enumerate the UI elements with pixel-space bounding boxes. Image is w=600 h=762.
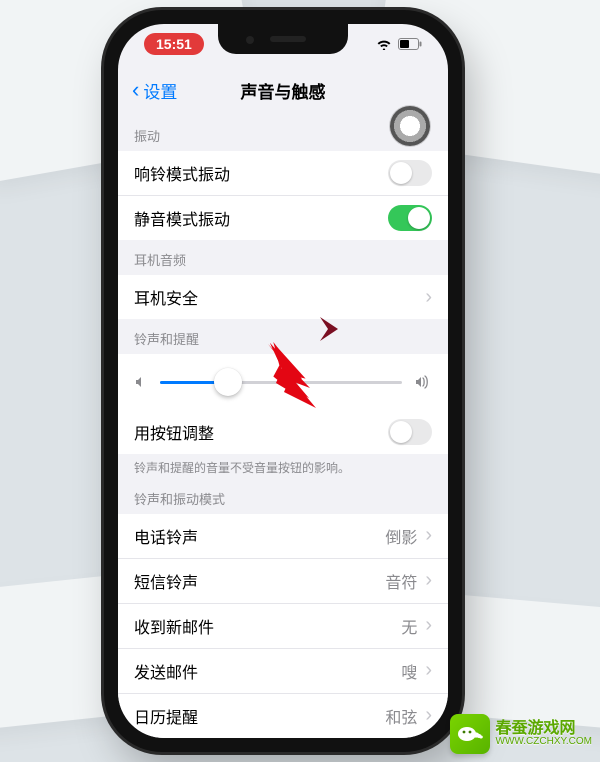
row-label: 用按钮调整 <box>134 420 388 444</box>
switch-ring-vibrate[interactable] <box>388 160 432 186</box>
section-header-headphone: 耳机音频 <box>118 240 448 275</box>
row-calendar-alert[interactable]: 日历提醒 和弦 › <box>118 694 448 738</box>
phone-frame: 15:51 ‹ 设置 声音与触感 振动 <box>104 10 462 752</box>
switch-button-adjust[interactable] <box>388 419 432 445</box>
row-new-mail[interactable]: 收到新邮件 无 › <box>118 604 448 649</box>
chevron-right-icon: › <box>425 524 432 547</box>
row-text-tone[interactable]: 短信铃声 音符 › <box>118 559 448 604</box>
chevron-right-icon: › <box>425 569 432 592</box>
settings-content[interactable]: 振动 响铃模式振动 静音模式振动 耳机音频 耳机安全 › <box>118 116 448 738</box>
watermark-title: 春蚕游戏网 <box>496 721 592 737</box>
chevron-right-icon: › <box>425 614 432 637</box>
status-time: 15:51 <box>144 33 204 55</box>
row-label: 收到新邮件 <box>134 614 401 638</box>
speaker-high-icon <box>414 375 432 389</box>
group-vibration: 响铃模式振动 静音模式振动 <box>118 151 448 240</box>
row-value: 无 <box>401 614 417 638</box>
chevron-right-icon: › <box>425 659 432 682</box>
watermark: 春蚕游戏网 WWW.CZCHXY.COM <box>450 714 592 754</box>
row-value: 倒影 <box>385 524 417 548</box>
row-label: 发送邮件 <box>134 659 401 683</box>
nav-bar: ‹ 设置 声音与触感 <box>118 70 448 110</box>
group-patterns: 电话铃声 倒影 › 短信铃声 音符 › 收到新邮件 无 › <box>118 514 448 738</box>
row-value: 嗖 <box>401 659 417 683</box>
wifi-icon <box>376 38 392 50</box>
phone-screen: 15:51 ‹ 设置 声音与触感 振动 <box>118 24 448 738</box>
row-silent-vibrate[interactable]: 静音模式振动 <box>118 196 448 240</box>
chevron-right-icon: › <box>425 286 432 309</box>
ringer-footnote: 铃声和提醒的音量不受音量按钮的影响。 <box>118 454 448 479</box>
switch-silent-vibrate[interactable] <box>388 205 432 231</box>
row-label: 电话铃声 <box>134 524 385 548</box>
row-label: 静音模式振动 <box>134 206 388 230</box>
row-ringtone[interactable]: 电话铃声 倒影 › <box>118 514 448 559</box>
annotation-arrow-2b <box>250 342 340 412</box>
row-button-adjust[interactable]: 用按钮调整 <box>118 410 448 454</box>
row-label: 响铃模式振动 <box>134 161 388 185</box>
row-label: 耳机安全 <box>134 285 425 309</box>
row-label: 短信铃声 <box>134 569 385 593</box>
speaker-low-icon <box>134 375 148 389</box>
phone-notch <box>218 24 348 54</box>
chevron-right-icon: › <box>425 704 432 727</box>
row-ring-vibrate[interactable]: 响铃模式振动 <box>118 151 448 196</box>
row-value: 音符 <box>385 569 417 593</box>
row-value: 和弦 <box>385 704 417 728</box>
assistive-touch-button[interactable] <box>390 106 430 146</box>
watermark-icon <box>450 714 490 754</box>
watermark-url: WWW.CZCHXY.COM <box>496 737 592 747</box>
section-header-patterns: 铃声和振动模式 <box>118 479 448 514</box>
battery-icon <box>398 38 422 50</box>
row-label: 日历提醒 <box>134 704 385 728</box>
page-title: 声音与触感 <box>118 78 448 103</box>
row-sent-mail[interactable]: 发送邮件 嗖 › <box>118 649 448 694</box>
